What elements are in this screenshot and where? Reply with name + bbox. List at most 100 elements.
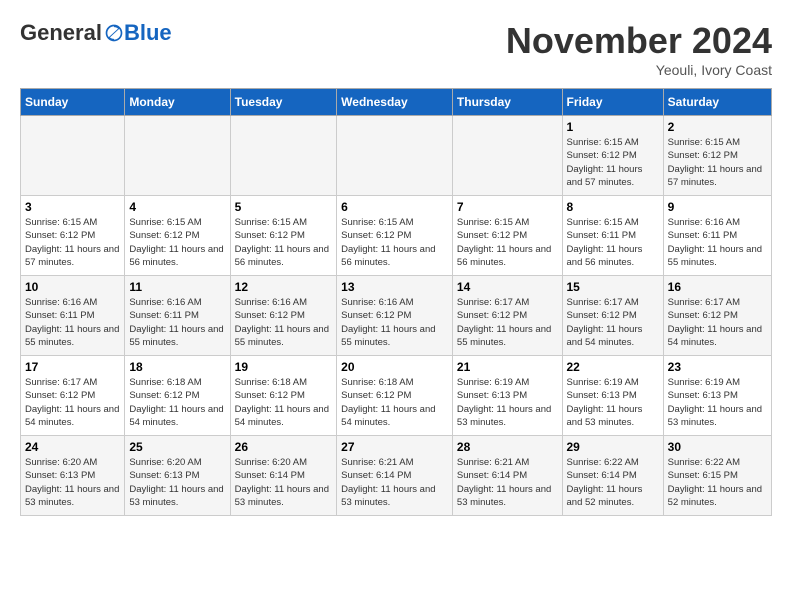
- calendar-cell-w1-d1: 4 Sunrise: 6:15 AM Sunset: 6:12 PM Daylig…: [125, 196, 230, 276]
- day-info: Sunrise: 6:16 AM Sunset: 6:12 PM Dayligh…: [235, 296, 333, 349]
- day-info: Sunrise: 6:22 AM Sunset: 6:14 PM Dayligh…: [567, 456, 659, 509]
- calendar-cell-w4-d1: 25 Sunrise: 6:20 AM Sunset: 6:13 PM Dayli…: [125, 436, 230, 516]
- calendar-cell-w0-d6: 2 Sunrise: 6:15 AM Sunset: 6:12 PM Daylig…: [663, 116, 771, 196]
- day-number: 18: [129, 360, 225, 374]
- day-number: 22: [567, 360, 659, 374]
- day-number: 25: [129, 440, 225, 454]
- day-number: 14: [457, 280, 558, 294]
- calendar-cell-w2-d3: 13 Sunrise: 6:16 AM Sunset: 6:12 PM Dayli…: [337, 276, 453, 356]
- day-info: Sunrise: 6:19 AM Sunset: 6:13 PM Dayligh…: [668, 376, 767, 429]
- header-sunday: Sunday: [21, 89, 125, 116]
- day-info: Sunrise: 6:17 AM Sunset: 6:12 PM Dayligh…: [25, 376, 120, 429]
- day-info: Sunrise: 6:20 AM Sunset: 6:13 PM Dayligh…: [25, 456, 120, 509]
- day-info: Sunrise: 6:15 AM Sunset: 6:12 PM Dayligh…: [457, 216, 558, 269]
- day-number: 4: [129, 200, 225, 214]
- calendar-body: 1 Sunrise: 6:15 AM Sunset: 6:12 PM Daylig…: [21, 116, 772, 516]
- day-info: Sunrise: 6:18 AM Sunset: 6:12 PM Dayligh…: [235, 376, 333, 429]
- calendar-cell-w3-d0: 17 Sunrise: 6:17 AM Sunset: 6:12 PM Dayli…: [21, 356, 125, 436]
- calendar-cell-w1-d4: 7 Sunrise: 6:15 AM Sunset: 6:12 PM Daylig…: [452, 196, 562, 276]
- day-number: 12: [235, 280, 333, 294]
- logo: General Blue: [20, 20, 172, 46]
- title-block: November 2024 Yeouli, Ivory Coast: [506, 20, 772, 78]
- day-number: 20: [341, 360, 448, 374]
- day-number: 2: [668, 120, 767, 134]
- day-number: 30: [668, 440, 767, 454]
- calendar-cell-w2-d0: 10 Sunrise: 6:16 AM Sunset: 6:11 PM Dayli…: [21, 276, 125, 356]
- calendar-cell-w2-d2: 12 Sunrise: 6:16 AM Sunset: 6:12 PM Dayli…: [230, 276, 337, 356]
- calendar-cell-w3-d3: 20 Sunrise: 6:18 AM Sunset: 6:12 PM Dayli…: [337, 356, 453, 436]
- calendar-cell-w2-d6: 16 Sunrise: 6:17 AM Sunset: 6:12 PM Dayli…: [663, 276, 771, 356]
- day-number: 7: [457, 200, 558, 214]
- calendar-cell-w3-d4: 21Sunrise: 6:19 AM Sunset: 6:13 PM Dayli…: [452, 356, 562, 436]
- calendar-table: SundayMondayTuesdayWednesdayThursdayFrid…: [20, 88, 772, 516]
- calendar-cell-w0-d4: [452, 116, 562, 196]
- calendar-header-row: SundayMondayTuesdayWednesdayThursdayFrid…: [21, 89, 772, 116]
- calendar-cell-w0-d1: [125, 116, 230, 196]
- day-info: Sunrise: 6:22 AM Sunset: 6:15 PM Dayligh…: [668, 456, 767, 509]
- day-number: 11: [129, 280, 225, 294]
- calendar-cell-w3-d5: 22Sunrise: 6:19 AM Sunset: 6:13 PM Dayli…: [562, 356, 663, 436]
- day-info: Sunrise: 6:20 AM Sunset: 6:14 PM Dayligh…: [235, 456, 333, 509]
- calendar-week-2: 10 Sunrise: 6:16 AM Sunset: 6:11 PM Dayli…: [21, 276, 772, 356]
- day-number: 26: [235, 440, 333, 454]
- header-saturday: Saturday: [663, 89, 771, 116]
- day-info: Sunrise: 6:16 AM Sunset: 6:12 PM Dayligh…: [341, 296, 448, 349]
- day-number: 17: [25, 360, 120, 374]
- calendar-cell-w0-d2: [230, 116, 337, 196]
- calendar-cell-w3-d2: 19 Sunrise: 6:18 AM Sunset: 6:12 PM Dayli…: [230, 356, 337, 436]
- day-number: 13: [341, 280, 448, 294]
- calendar-week-0: 1 Sunrise: 6:15 AM Sunset: 6:12 PM Daylig…: [21, 116, 772, 196]
- calendar-cell-w3-d1: 18Sunrise: 6:18 AM Sunset: 6:12 PM Dayli…: [125, 356, 230, 436]
- day-number: 15: [567, 280, 659, 294]
- day-info: Sunrise: 6:15 AM Sunset: 6:12 PM Dayligh…: [341, 216, 448, 269]
- page-header: General Blue November 2024 Yeouli, Ivory…: [20, 20, 772, 78]
- header-wednesday: Wednesday: [337, 89, 453, 116]
- calendar-week-4: 24 Sunrise: 6:20 AM Sunset: 6:13 PM Dayli…: [21, 436, 772, 516]
- day-info: Sunrise: 6:17 AM Sunset: 6:12 PM Dayligh…: [668, 296, 767, 349]
- header-monday: Monday: [125, 89, 230, 116]
- day-info: Sunrise: 6:15 AM Sunset: 6:12 PM Dayligh…: [235, 216, 333, 269]
- day-number: 6: [341, 200, 448, 214]
- day-number: 24: [25, 440, 120, 454]
- logo-general: General: [20, 20, 102, 46]
- day-number: 19: [235, 360, 333, 374]
- day-info: Sunrise: 6:21 AM Sunset: 6:14 PM Dayligh…: [457, 456, 558, 509]
- calendar-cell-w0-d0: [21, 116, 125, 196]
- header-friday: Friday: [562, 89, 663, 116]
- calendar-cell-w2-d1: 11 Sunrise: 6:16 AM Sunset: 6:11 PM Dayli…: [125, 276, 230, 356]
- day-info: Sunrise: 6:16 AM Sunset: 6:11 PM Dayligh…: [668, 216, 767, 269]
- calendar-cell-w1-d5: 8 Sunrise: 6:15 AM Sunset: 6:11 PM Daylig…: [562, 196, 663, 276]
- day-info: Sunrise: 6:15 AM Sunset: 6:11 PM Dayligh…: [567, 216, 659, 269]
- day-info: Sunrise: 6:15 AM Sunset: 6:12 PM Dayligh…: [567, 136, 659, 189]
- day-number: 16: [668, 280, 767, 294]
- calendar-cell-w4-d3: 27Sunrise: 6:21 AM Sunset: 6:14 PM Dayli…: [337, 436, 453, 516]
- calendar-cell-w0-d3: [337, 116, 453, 196]
- calendar-cell-w4-d5: 29Sunrise: 6:22 AM Sunset: 6:14 PM Dayli…: [562, 436, 663, 516]
- location: Yeouli, Ivory Coast: [506, 62, 772, 78]
- day-number: 10: [25, 280, 120, 294]
- day-info: Sunrise: 6:15 AM Sunset: 6:12 PM Dayligh…: [129, 216, 225, 269]
- day-number: 28: [457, 440, 558, 454]
- calendar-cell-w4-d6: 30 Sunrise: 6:22 AM Sunset: 6:15 PM Dayli…: [663, 436, 771, 516]
- calendar-cell-w1-d3: 6 Sunrise: 6:15 AM Sunset: 6:12 PM Daylig…: [337, 196, 453, 276]
- calendar-cell-w2-d4: 14Sunrise: 6:17 AM Sunset: 6:12 PM Dayli…: [452, 276, 562, 356]
- day-info: Sunrise: 6:15 AM Sunset: 6:12 PM Dayligh…: [25, 216, 120, 269]
- calendar-week-1: 3 Sunrise: 6:15 AM Sunset: 6:12 PM Daylig…: [21, 196, 772, 276]
- logo-blue: Blue: [124, 20, 172, 46]
- day-number: 8: [567, 200, 659, 214]
- logo-icon: [104, 23, 124, 43]
- day-number: 1: [567, 120, 659, 134]
- day-info: Sunrise: 6:16 AM Sunset: 6:11 PM Dayligh…: [129, 296, 225, 349]
- calendar-cell-w1-d0: 3 Sunrise: 6:15 AM Sunset: 6:12 PM Daylig…: [21, 196, 125, 276]
- day-info: Sunrise: 6:20 AM Sunset: 6:13 PM Dayligh…: [129, 456, 225, 509]
- day-info: Sunrise: 6:17 AM Sunset: 6:12 PM Dayligh…: [567, 296, 659, 349]
- day-info: Sunrise: 6:16 AM Sunset: 6:11 PM Dayligh…: [25, 296, 120, 349]
- day-number: 23: [668, 360, 767, 374]
- header-thursday: Thursday: [452, 89, 562, 116]
- day-info: Sunrise: 6:18 AM Sunset: 6:12 PM Dayligh…: [341, 376, 448, 429]
- day-number: 3: [25, 200, 120, 214]
- calendar-week-3: 17 Sunrise: 6:17 AM Sunset: 6:12 PM Dayli…: [21, 356, 772, 436]
- day-number: 5: [235, 200, 333, 214]
- day-number: 9: [668, 200, 767, 214]
- day-info: Sunrise: 6:15 AM Sunset: 6:12 PM Dayligh…: [668, 136, 767, 189]
